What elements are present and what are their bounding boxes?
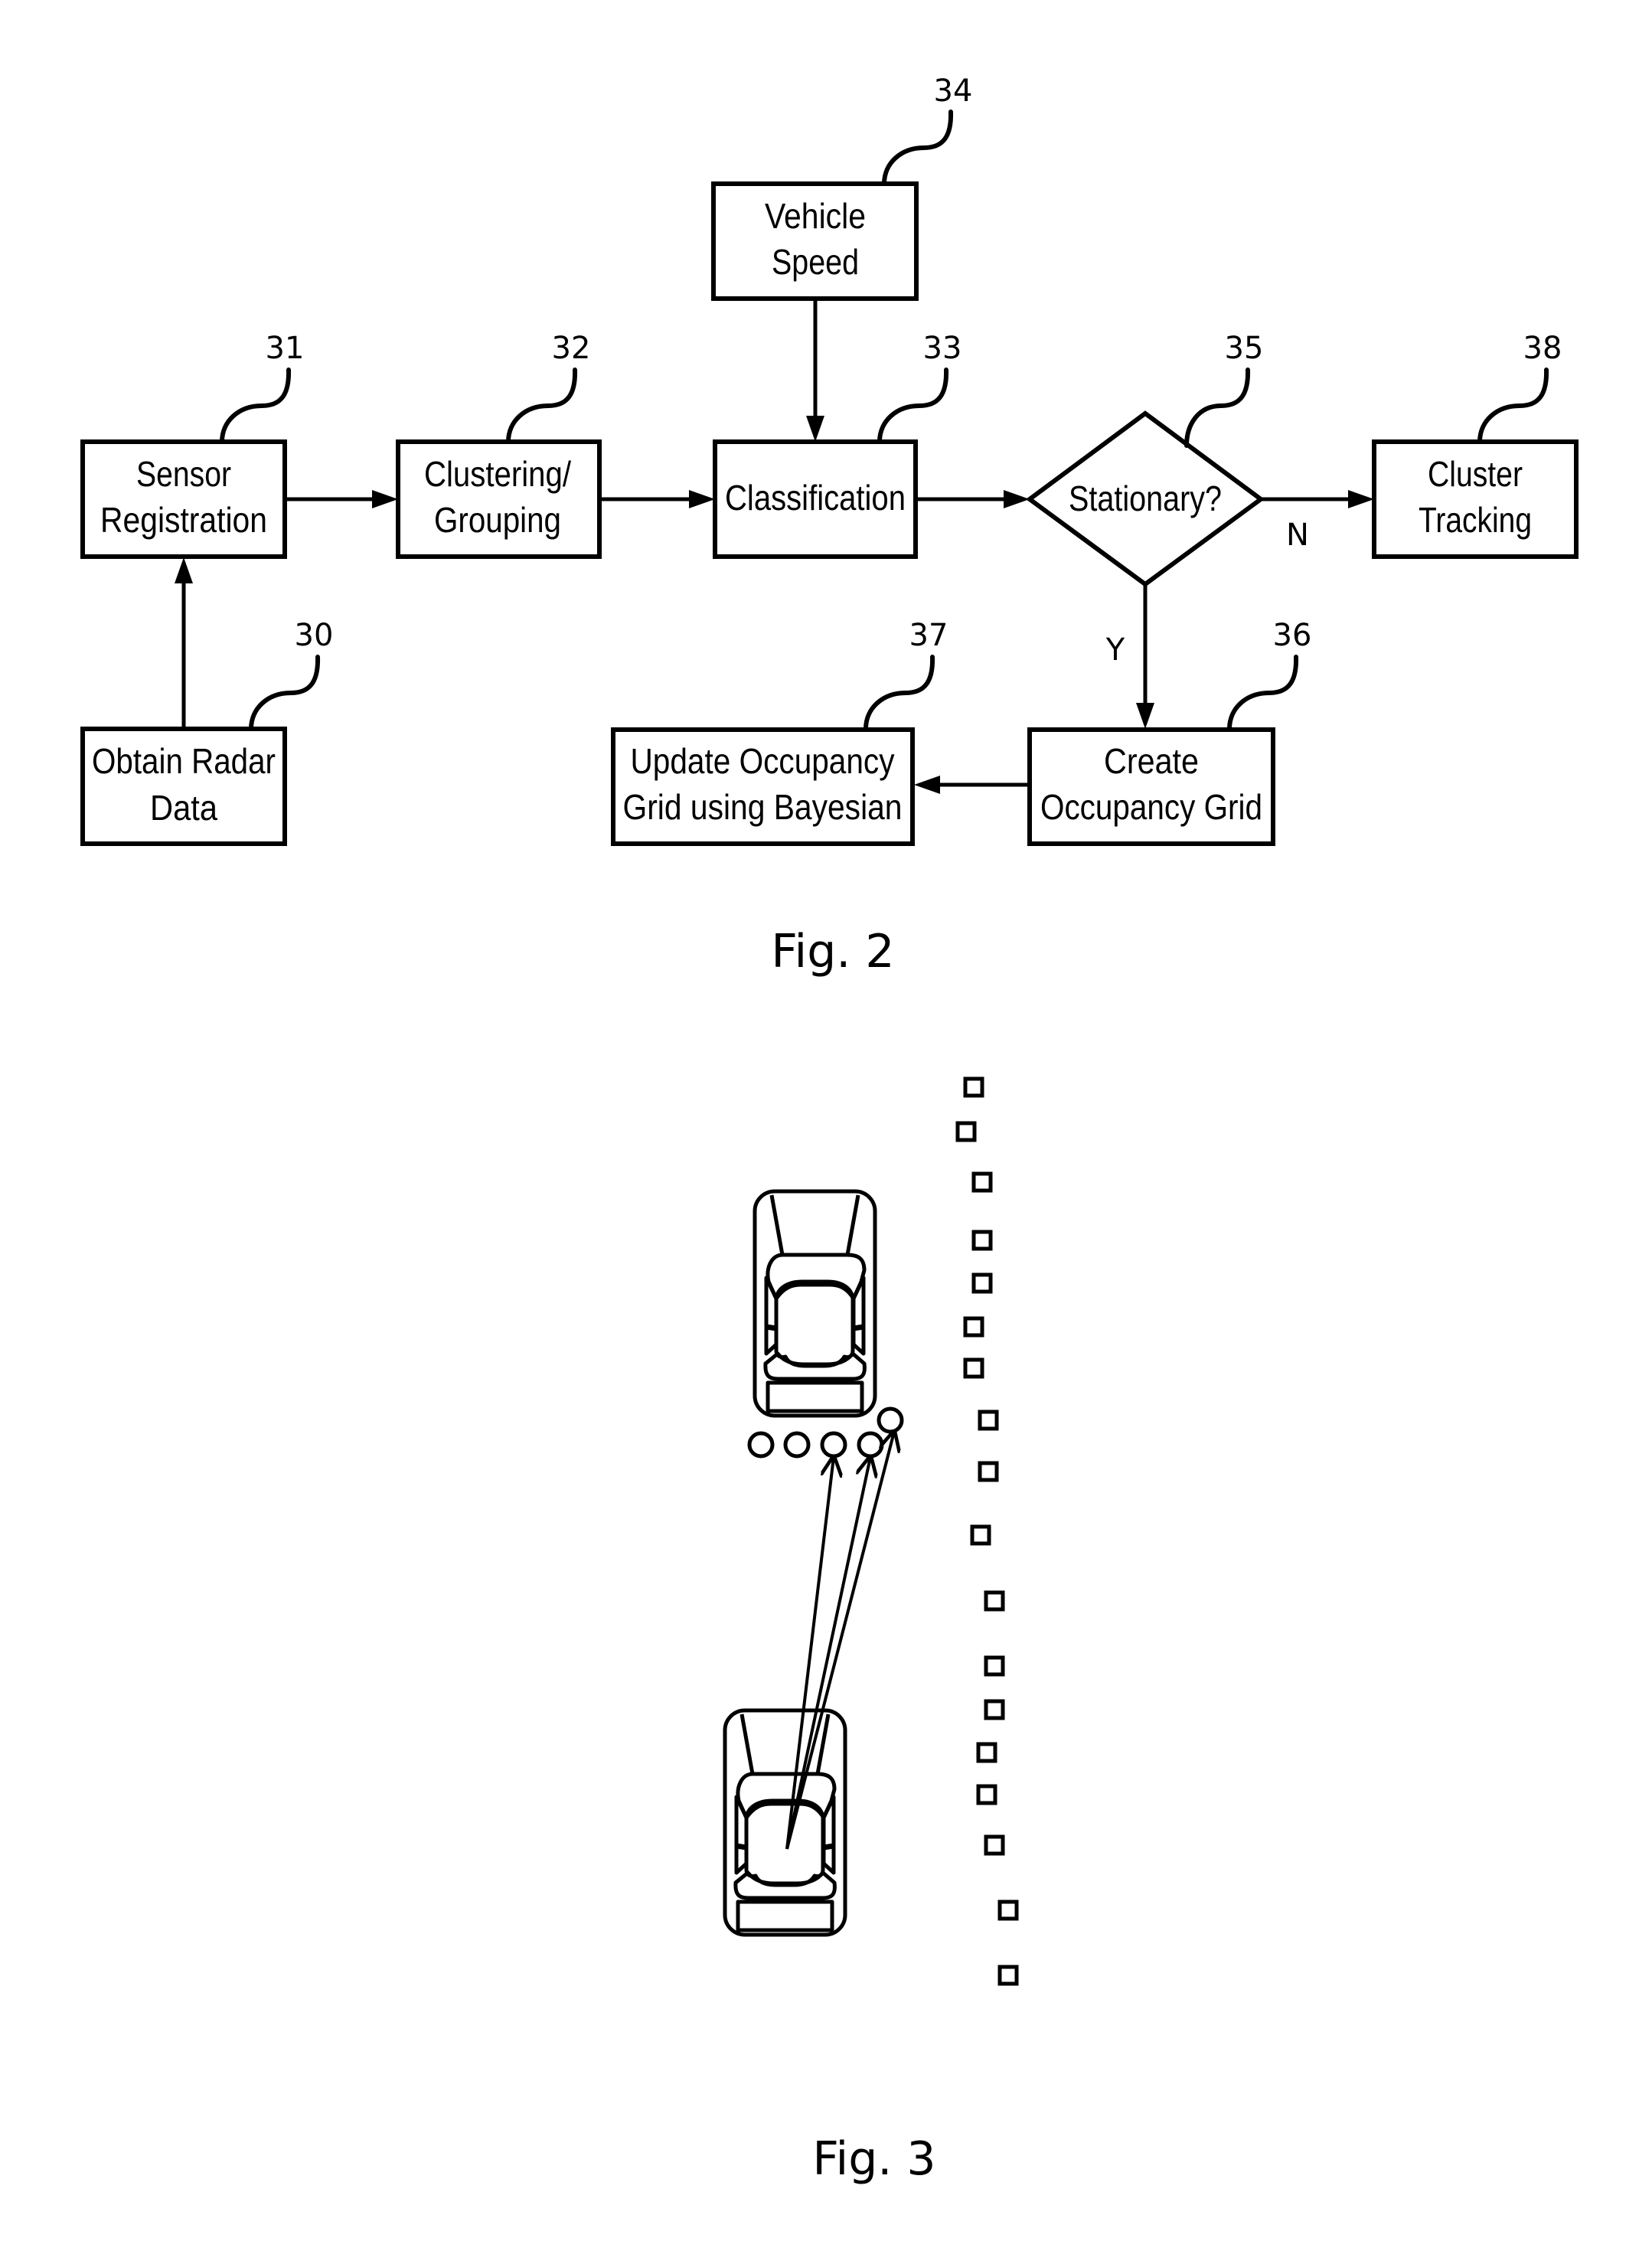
block-label-line: Speed	[772, 242, 859, 282]
arrowhead-icon	[175, 557, 193, 583]
patent-figure-sheet: Y N Obtain Radar Data Sensor Registratio…	[80, 74, 1579, 2186]
stationary-detection-marker	[984, 1655, 1005, 1677]
arrowhead-icon	[372, 490, 398, 508]
leader-line	[506, 368, 578, 444]
leader-line	[877, 368, 949, 444]
stationary-detection-marker	[984, 1699, 1005, 1720]
ref-31: 31	[220, 331, 305, 444]
leader-line	[1477, 368, 1549, 444]
fig2-flowchart: Y N Obtain Radar Data Sensor Registratio…	[80, 74, 1579, 978]
ref-32: 32	[506, 331, 591, 444]
leader-line	[1184, 368, 1251, 448]
stationary-detection-marker	[970, 1524, 991, 1546]
target-detection-marker	[820, 1431, 847, 1459]
reference-numeral: 37	[909, 618, 948, 653]
ref-35: 35	[1184, 331, 1264, 448]
block-label-line: Clustering/	[424, 454, 571, 494]
stationary-detection-marker	[997, 1965, 1019, 1986]
block-label-line: Cluster	[1428, 454, 1523, 494]
stationary-detection-marker	[997, 1900, 1019, 1921]
block-label-line: Create	[1104, 741, 1199, 781]
ref-38: 38	[1477, 331, 1562, 444]
target-detection-marker	[783, 1431, 811, 1459]
stationary-detection-marker	[976, 1784, 997, 1805]
block-label-line: Sensor	[136, 454, 231, 494]
arrowhead-icon	[914, 776, 940, 794]
branch-yes-label: Y	[1105, 632, 1125, 668]
block-create-occupancy-grid: Create Occupancy Grid	[1027, 727, 1275, 846]
figure-caption-3: Fig. 3	[812, 2132, 935, 2186]
reference-numeral: 34	[934, 74, 973, 109]
block-sensor-registration: Sensor Registration	[80, 439, 287, 559]
block-label-line: Update Occupancy	[631, 741, 895, 781]
branch-no-label: N	[1286, 518, 1309, 553]
block-obtain-radar-data: Obtain Radar Data	[80, 727, 287, 846]
ref-34: 34	[882, 74, 973, 186]
block-cluster-tracking: Cluster Tracking	[1372, 439, 1579, 559]
block-clustering-grouping: Clustering/ Grouping	[396, 439, 602, 559]
block-label-line: Grouping	[434, 500, 561, 540]
ref-33: 33	[877, 331, 962, 444]
stationary-detection-marker	[971, 1230, 993, 1251]
ref-30: 30	[249, 618, 334, 731]
arrowhead-icon	[689, 490, 715, 508]
leader-line	[249, 655, 321, 731]
target-detection-marker	[747, 1431, 775, 1459]
arrowhead-icon	[806, 416, 824, 442]
reference-numeral: 36	[1273, 618, 1312, 653]
leader-line	[864, 655, 935, 731]
stationary-detection-marker	[978, 1461, 999, 1482]
block-label-line: Occupancy Grid	[1040, 787, 1262, 827]
stationary-detection-marker	[971, 1272, 993, 1294]
block-label-line: Grid using Bayesian	[623, 787, 903, 827]
reference-numeral: 32	[552, 331, 591, 366]
stationary-detection-marker	[971, 1171, 993, 1193]
ref-36: 36	[1227, 618, 1312, 731]
host-vehicle	[725, 1710, 845, 1935]
block-label-line: Data	[150, 788, 217, 828]
arrowhead-icon	[1348, 490, 1374, 508]
stationary-detections	[955, 1076, 1019, 1986]
figure-caption-2: Fig. 2	[771, 925, 894, 978]
decision-stationary: Stationary?	[1025, 410, 1265, 587]
block-label-line: Obtain Radar	[92, 741, 276, 781]
block-update-occupancy-grid: Update Occupancy Grid using Bayesian	[611, 727, 915, 846]
reference-numeral: 30	[295, 618, 334, 653]
arrowhead-icon	[1136, 703, 1154, 729]
block-vehicle-speed: Vehicle Speed	[711, 181, 919, 301]
fig3-scene: Fig. 3	[725, 1076, 1019, 2186]
reference-numeral: 35	[1225, 331, 1264, 366]
target-detection-marker	[877, 1406, 904, 1434]
leader-line	[882, 109, 954, 186]
stationary-detection-marker	[976, 1742, 997, 1763]
leader-line	[220, 368, 292, 444]
decision-label: Stationary?	[1069, 479, 1222, 518]
stationary-detection-marker	[978, 1410, 999, 1431]
reference-numeral: 38	[1523, 331, 1562, 366]
stationary-detection-marker	[963, 1076, 984, 1098]
stationary-detection-marker	[955, 1121, 977, 1142]
block-label-line: Vehicle	[765, 196, 866, 236]
block-label-line: Classification	[725, 478, 906, 518]
block-label-line: Tracking	[1419, 500, 1532, 540]
target-vehicle	[755, 1191, 875, 1416]
block-label-line: Registration	[100, 500, 267, 540]
stationary-detection-marker	[984, 1834, 1005, 1856]
leader-line	[1227, 655, 1299, 731]
arrowhead-icon	[1004, 490, 1030, 508]
reference-numeral: 33	[923, 331, 962, 366]
reference-numeral: 31	[266, 331, 305, 366]
stationary-detection-marker	[984, 1590, 1005, 1612]
ref-37: 37	[864, 618, 948, 731]
stationary-detection-marker	[963, 1357, 984, 1379]
target-detection-marker	[857, 1431, 884, 1459]
block-classification: Classification	[713, 439, 918, 559]
stationary-detection-marker	[963, 1316, 984, 1338]
